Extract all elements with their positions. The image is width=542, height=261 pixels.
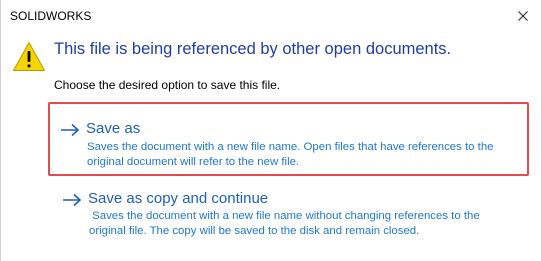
arrow-right-icon — [63, 193, 82, 207]
save-as-copy-description: Saves the document with a new file name … — [89, 209, 529, 239]
title-bar: SOLIDWORKS — [1, 0, 541, 32]
save-dialog: SOLIDWORKS This file is being referenced… — [0, 0, 542, 261]
save-as-option[interactable]: Save as Saves the document with a new fi… — [48, 102, 529, 176]
save-as-copy-description-line1: Saves the document with a new file name … — [89, 210, 480, 222]
message-heading: This file is being referenced by other o… — [54, 40, 452, 58]
arrow-right-icon — [61, 123, 80, 137]
save-as-description-line2: original document will refer to the new … — [87, 156, 300, 168]
save-as-description-line1: Saves the document with a new file name.… — [87, 141, 494, 153]
close-button[interactable] — [513, 6, 533, 26]
save-as-copy-label: Save as copy and continue — [88, 190, 269, 207]
save-as-label: Save as — [86, 120, 141, 137]
save-as-copy-description-line2: original file. The copy will be saved to… — [89, 225, 420, 237]
warning-icon — [13, 42, 45, 71]
save-as-copy-option[interactable]: Save as copy and continue Saves the docu… — [48, 186, 529, 248]
close-icon — [518, 11, 528, 21]
message-instruction: Choose the desired option to save this f… — [54, 78, 281, 92]
save-as-description: Saves the document with a new file name.… — [87, 140, 527, 170]
window-title: SOLIDWORKS — [10, 9, 92, 23]
